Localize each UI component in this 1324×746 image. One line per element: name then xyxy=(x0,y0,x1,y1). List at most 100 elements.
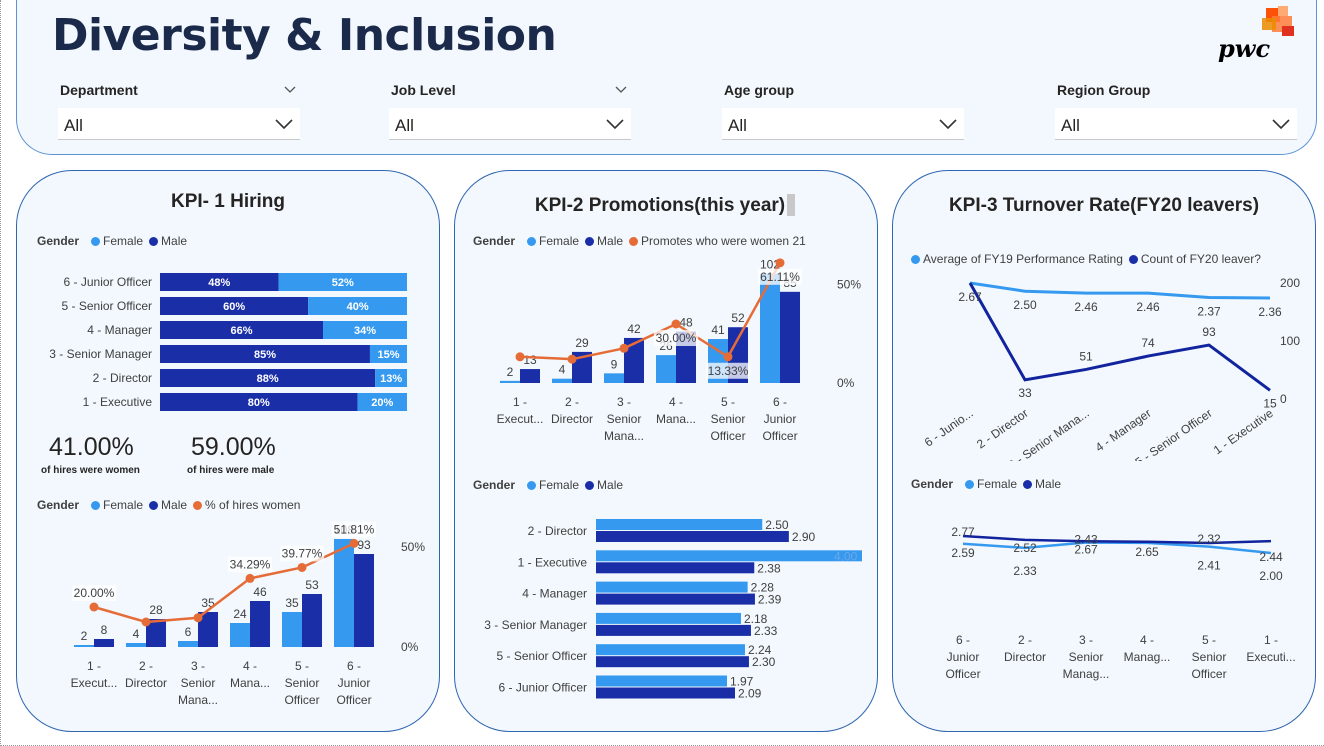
female-bar xyxy=(604,373,624,383)
chevron-down-icon[interactable] xyxy=(1271,116,1291,132)
legend-item[interactable]: Male xyxy=(1035,477,1061,491)
legend-item[interactable]: Male xyxy=(161,234,187,248)
slicer-job-level[interactable]: Job Level All xyxy=(389,82,633,140)
turnover-gender-line-chart[interactable]: 2.592.772.332.52 2.672.432.652.412.322.00… xyxy=(893,496,1317,696)
female-data-label: 4 xyxy=(133,627,140,641)
male-data-label: 85% xyxy=(254,349,276,361)
category-label: 2 - Director xyxy=(93,371,152,385)
male-data-label: 2.44 xyxy=(1259,550,1283,564)
legend-title: Gender xyxy=(473,478,516,492)
slicer-region-group[interactable]: Region Group All xyxy=(1055,82,1299,140)
rating-line xyxy=(969,281,1271,300)
female-data-label: 2.41 xyxy=(1197,559,1221,573)
male-data-label: 93 xyxy=(357,538,371,552)
category-label: 2 - Director xyxy=(528,524,587,538)
female-bar xyxy=(334,539,354,647)
male-bar xyxy=(596,687,735,699)
male-data-label: 2.32 xyxy=(1197,532,1221,546)
x-axis-label: Manag... xyxy=(1124,650,1171,664)
slicer-value: All xyxy=(1061,116,1080,135)
leaver-legend-dot xyxy=(1128,255,1138,264)
chevron-down-icon[interactable] xyxy=(615,84,627,96)
male-bar xyxy=(596,593,755,605)
slicer-dropdown[interactable]: All xyxy=(1055,108,1297,140)
male-data-label: 48% xyxy=(208,277,230,289)
chevron-down-icon[interactable] xyxy=(274,116,294,132)
percent-data-label: 13.33% xyxy=(708,364,749,378)
legend-title: Gender xyxy=(37,498,80,512)
percent-point xyxy=(515,352,525,362)
female-data-label: 4.00 xyxy=(834,549,858,563)
male-data-label: 2.30 xyxy=(752,655,776,669)
chevron-down-icon[interactable] xyxy=(284,84,296,96)
promotions-combo-chart[interactable]: 50% 0% 2 13 1 - Execut... 4 29 2 - Director 9 42 3 -… xyxy=(455,253,879,453)
x-axis-label: 2 - xyxy=(139,659,153,673)
legend-item[interactable]: Promotes who were women 21 xyxy=(641,234,806,248)
slicer-department[interactable]: Department All xyxy=(58,82,302,140)
x-axis-label: Director xyxy=(1004,650,1046,664)
rating-data-label: 2.50 xyxy=(1013,298,1037,312)
kpi3-title: KPI-3 Turnover Rate(FY20 leavers) xyxy=(948,195,1260,216)
legend-item[interactable]: Male xyxy=(597,478,623,492)
rating-legend-dot xyxy=(911,255,920,264)
legend-item[interactable]: Female xyxy=(977,477,1017,491)
x-axis-label: 3 - xyxy=(617,395,631,409)
legend-item[interactable]: Female xyxy=(103,234,143,248)
slicer-dropdown[interactable]: All xyxy=(389,108,631,140)
rating-data-label: 2.46 xyxy=(1074,300,1098,314)
turnover-dual-axis-chart[interactable]: 200 100 0 2.67 6 - Junio... 2.50 33 2 - Directo… xyxy=(893,271,1317,461)
category-label: 6 - Junior Officer xyxy=(499,681,587,695)
male-bar xyxy=(94,639,114,647)
male-data-label: 52 xyxy=(731,311,745,325)
x-axis-label: 6 - xyxy=(347,659,361,673)
male-bar xyxy=(354,554,374,647)
promotions-rating-bar-chart[interactable]: 2 - Director 2.502.90 1 - Executive 4.00 2.3… xyxy=(455,511,879,711)
slicer-dropdown[interactable]: All xyxy=(58,108,300,140)
slicer-age-group[interactable]: Age group All xyxy=(722,82,966,140)
x-axis-label: 1 - xyxy=(1264,633,1278,647)
chevron-down-icon[interactable] xyxy=(938,116,958,132)
line-legend-dot xyxy=(629,237,639,246)
legend-item[interactable]: Female xyxy=(539,478,579,492)
x-axis-label: 5 - xyxy=(295,659,309,673)
female-data-label: 20% xyxy=(371,397,393,409)
kpi2-legend-top: Gender Female Male Promotes who were women … xyxy=(473,234,806,248)
category-label: 6 - Junior Officer xyxy=(64,275,152,289)
kpi3-card: KPI-3 Turnover Rate(FY20 leavers) Averag… xyxy=(892,170,1316,732)
female-data-label: 2 xyxy=(81,629,88,643)
pwc-logo-text: pwc xyxy=(1218,34,1271,63)
leaver-data-label: 74 xyxy=(1141,336,1155,350)
male-legend-dot xyxy=(585,237,595,246)
x-axis-label: Senior xyxy=(285,676,320,690)
kpi1-card: KPI- 1 Hiring Gender Female Male 6 - Junio… xyxy=(16,170,440,732)
male-legend-dot xyxy=(1023,480,1033,489)
x-axis-label: Mana... xyxy=(230,676,270,690)
chevron-down-icon[interactable] xyxy=(605,116,625,132)
x-axis-label: Senior xyxy=(1192,650,1227,664)
legend-item[interactable]: Count of FY20 leaver? xyxy=(1141,252,1261,266)
category-label: 4 - Manager xyxy=(522,587,587,601)
legend-item[interactable]: Male xyxy=(597,234,623,248)
male-line xyxy=(962,534,1272,545)
x-axis-label: Officer xyxy=(1191,667,1226,681)
female-bar xyxy=(596,550,862,562)
x-axis-label: Manag... xyxy=(1063,667,1110,681)
hiring-combo-chart[interactable]: 50% 0% 2 8 1 - Execut... 4 28 2 - Director 6 35 3 - S… xyxy=(17,511,441,711)
male-data-label: 2.38 xyxy=(757,561,781,575)
hiring-stacked-bar-chart[interactable]: 6 - Junior Officer 48% 52% 5 - Senior Offic… xyxy=(17,263,441,413)
legend-title: Gender xyxy=(473,234,516,248)
x-axis-label: 4 - xyxy=(669,395,683,409)
legend-item[interactable]: % of hires women xyxy=(205,498,300,512)
legend-item[interactable]: Average of FY19 Performance Rating xyxy=(923,252,1123,266)
x-axis-label: Officer xyxy=(710,429,745,443)
legend-item[interactable]: Female xyxy=(539,234,579,248)
x-axis-label: Senior xyxy=(607,412,642,426)
male-bar xyxy=(596,656,749,668)
legend-item[interactable]: Female xyxy=(103,498,143,512)
slicer-dropdown[interactable]: All xyxy=(722,108,964,140)
percent-point xyxy=(297,562,307,572)
x-axis-label: 6 - xyxy=(956,633,970,647)
legend-item[interactable]: Male xyxy=(161,498,187,512)
female-bar xyxy=(596,519,763,530)
category-label: 1 - Executive xyxy=(83,395,153,409)
